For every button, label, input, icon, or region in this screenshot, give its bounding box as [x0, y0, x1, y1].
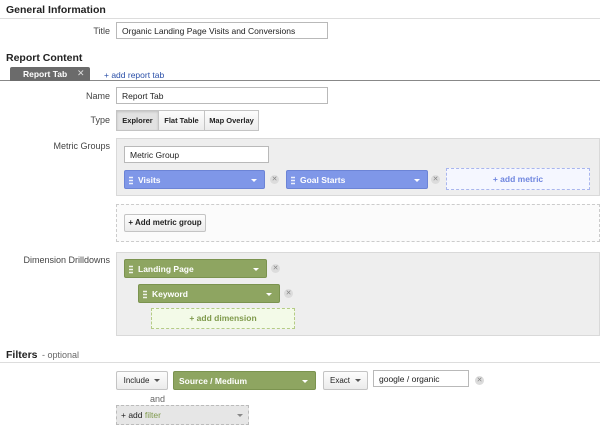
divider	[0, 18, 600, 19]
chevron-down-icon[interactable]	[266, 293, 272, 296]
type-flat-table-button[interactable]: Flat Table	[158, 110, 205, 131]
report-tab-label: Report Tab	[23, 69, 68, 79]
filter-dimension-pill[interactable]: Source / Medium	[173, 371, 316, 390]
include-dropdown[interactable]: Include	[116, 371, 168, 390]
type-explorer-button[interactable]: Explorer	[116, 110, 159, 131]
add-filter-word: filter	[144, 410, 161, 420]
name-input[interactable]: Report Tab	[116, 87, 328, 104]
remove-goal-starts-icon[interactable]: ✕	[431, 175, 440, 184]
tab-strip-line	[0, 80, 600, 81]
add-dimension-button[interactable]: + add dimension	[151, 308, 295, 329]
title-input[interactable]: Organic Landing Page Visits and Conversi…	[116, 22, 328, 39]
filters-title: Filters	[6, 349, 38, 361]
and-connector: and	[150, 394, 166, 404]
dimension-landing-page-pill[interactable]: Landing Page	[124, 259, 267, 278]
dimension-keyword-pill[interactable]: Keyword	[138, 284, 280, 303]
metric-group-name-input[interactable]: Metric Group	[124, 146, 269, 163]
type-map-overlay-button[interactable]: Map Overlay	[204, 110, 259, 131]
drag-handle-icon[interactable]	[129, 265, 133, 274]
chevron-down-icon[interactable]	[414, 179, 420, 182]
chevron-down-icon[interactable]	[251, 179, 257, 182]
chevron-down-icon[interactable]	[302, 380, 308, 383]
type-label: Type	[90, 115, 110, 125]
add-metric-group-button[interactable]: + Add metric group	[124, 214, 206, 232]
remove-keyword-icon[interactable]: ✕	[284, 289, 293, 298]
add-metric-button[interactable]: + add metric	[446, 168, 590, 190]
dimension-keyword-label: Keyword	[152, 289, 188, 299]
report-content-heading: Report Content	[6, 52, 83, 64]
add-filter-prefix: + add	[121, 410, 143, 420]
metric-visits-label: Visits	[138, 175, 161, 185]
dimension-drilldowns-label: Dimension Drilldowns	[23, 255, 110, 265]
filter-dimension-label: Source / Medium	[179, 376, 248, 386]
general-information-heading: General Information	[6, 4, 106, 16]
report-tab[interactable]: Report Tab ✕	[10, 67, 90, 81]
chevron-down-icon	[154, 379, 161, 383]
remove-landing-page-icon[interactable]: ✕	[271, 264, 280, 273]
drag-handle-icon[interactable]	[129, 176, 133, 185]
drag-handle-icon[interactable]	[291, 176, 295, 185]
filter-value-input[interactable]: google / organic	[373, 370, 469, 387]
drag-handle-icon[interactable]	[143, 290, 147, 299]
include-dropdown-label: Include	[123, 376, 150, 385]
add-filter-button[interactable]: + add filter	[116, 405, 249, 425]
chevron-down-icon	[237, 414, 243, 417]
metric-goal-starts-pill[interactable]: Goal Starts	[286, 170, 428, 189]
chevron-down-icon[interactable]	[253, 268, 259, 271]
chevron-down-icon	[355, 379, 361, 383]
add-report-tab-link[interactable]: + add report tab	[104, 70, 164, 80]
remove-filter-icon[interactable]: ✕	[475, 376, 484, 385]
remove-visits-icon[interactable]: ✕	[270, 175, 279, 184]
divider	[0, 362, 600, 363]
title-label: Title	[93, 26, 110, 36]
filters-optional-note: - optional	[42, 350, 80, 360]
close-tab-icon[interactable]: ✕	[77, 68, 85, 79]
metric-groups-label: Metric Groups	[53, 141, 110, 151]
dimension-landing-page-label: Landing Page	[138, 264, 194, 274]
match-type-label: Exact	[329, 376, 350, 385]
name-label: Name	[85, 91, 110, 101]
filters-heading: Filters - optional	[6, 349, 79, 361]
metric-visits-pill[interactable]: Visits	[124, 170, 265, 189]
match-type-dropdown[interactable]: Exact	[323, 371, 368, 390]
metric-goal-starts-label: Goal Starts	[300, 175, 346, 185]
